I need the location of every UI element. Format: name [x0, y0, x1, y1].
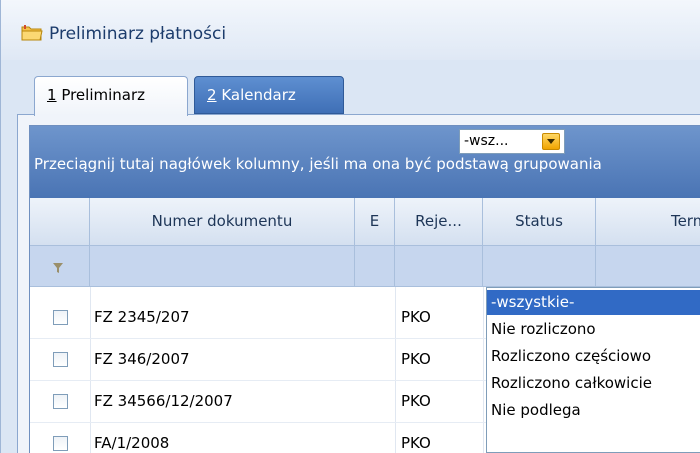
chevron-down-icon[interactable]	[542, 133, 560, 150]
tab-preliminarz-label: Preliminarz	[56, 86, 146, 104]
status-option-rozliczono-czesciowo[interactable]: Rozliczono częściowo	[487, 344, 700, 369]
cell-rejestr: PKO	[401, 392, 431, 410]
header-select[interactable]	[30, 198, 90, 245]
status-filter-value: -wsz...	[464, 133, 509, 149]
cell-numer: FZ 34566/12/2007	[94, 392, 233, 410]
filter-cell-status[interactable]	[483, 246, 596, 286]
header-numer-dokumentu[interactable]: Numer dokumentu	[90, 198, 355, 245]
cell-numer: FZ 2345/207	[94, 308, 190, 326]
filter-cell-numer[interactable]	[90, 246, 355, 286]
row-checkbox[interactable]	[53, 352, 68, 367]
status-filter-combo[interactable]: -wsz...	[459, 129, 565, 154]
filter-cell-e[interactable]	[355, 246, 395, 286]
group-by-panel[interactable]: Przeciągnij tutaj nagłówek kolumny, jeśl…	[30, 126, 700, 198]
folder-icon	[21, 24, 43, 42]
row-checkbox[interactable]	[53, 394, 68, 409]
tab-preliminarz[interactable]: 1 Preliminarz	[34, 76, 188, 116]
cell-numer: FA/1/2008	[94, 434, 170, 452]
header-status[interactable]: Status	[483, 198, 596, 245]
status-option-nie-podlega[interactable]: Nie podlega	[487, 398, 700, 423]
cell-rejestr: PKO	[401, 434, 431, 452]
status-option-wszystkie[interactable]: -wszystkie-	[487, 290, 700, 315]
payment-schedule-window: Preliminarz płatności 1 Preliminarz 2 Ka…	[0, 0, 700, 453]
header-rejestr[interactable]: Reje...	[395, 198, 483, 245]
tab-preliminarz-mnemonic: 1	[47, 86, 57, 104]
funnel-icon	[52, 260, 64, 273]
filter-row	[30, 246, 700, 287]
status-dropdown-list: -wszystkie- Nie rozliczono Rozliczono cz…	[486, 287, 700, 453]
status-option-nie-rozliczono[interactable]: Nie rozliczono	[487, 317, 700, 342]
window-title: Preliminarz płatności	[49, 24, 227, 44]
cell-rejestr: PKO	[401, 308, 431, 326]
filter-cell-rejestr[interactable]	[395, 246, 483, 286]
tab-kalendarz-mnemonic: 2	[207, 86, 217, 104]
header-e[interactable]: E	[355, 198, 395, 245]
grid-header: Numer dokumentu E Reje... Status Termin	[30, 198, 700, 246]
title-bar: Preliminarz płatności	[1, 0, 700, 60]
row-checkbox[interactable]	[53, 436, 68, 451]
tab-kalendarz-label: Kalendarz	[216, 86, 296, 104]
filter-cell-termin[interactable]	[596, 246, 700, 286]
cell-rejestr: PKO	[401, 350, 431, 368]
cell-numer: FZ 346/2007	[94, 350, 190, 368]
status-option-rozliczono-calkowicie[interactable]: Rozliczono całkowicie	[487, 371, 700, 396]
row-checkbox[interactable]	[53, 310, 68, 325]
tab-kalendarz[interactable]: 2 Kalendarz	[194, 76, 344, 114]
header-termin[interactable]: Termin	[596, 198, 700, 245]
filter-cell-select[interactable]	[30, 246, 90, 286]
group-by-hint: Przeciągnij tutaj nagłówek kolumny, jeśl…	[34, 155, 602, 173]
